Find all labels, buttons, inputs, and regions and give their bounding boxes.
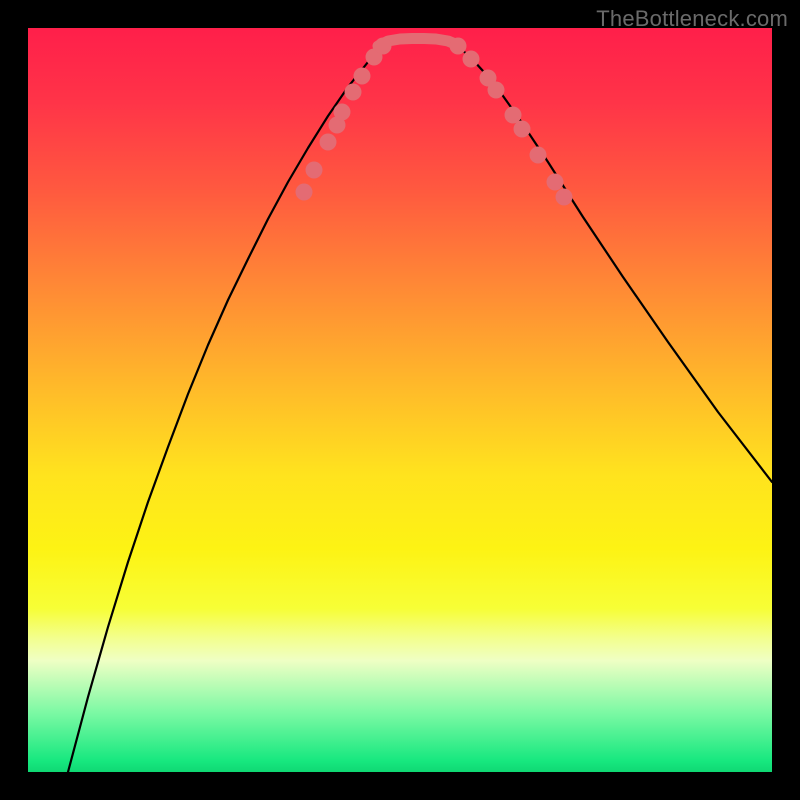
marker-dot: [320, 134, 337, 151]
marker-dot: [296, 184, 313, 201]
series-left-curve: [68, 46, 383, 772]
series-right-curve: [458, 46, 772, 482]
watermark-text: TheBottleneck.com: [596, 6, 788, 32]
marker-dot: [530, 147, 547, 164]
marker-dot: [556, 189, 573, 206]
series-group: [68, 39, 772, 773]
marker-dot: [547, 174, 564, 191]
marker-dot: [514, 121, 531, 138]
plot-area: [28, 28, 772, 772]
marker-dot: [463, 51, 480, 68]
markers-group: [296, 38, 573, 206]
chart-frame: TheBottleneck.com: [0, 0, 800, 800]
marker-dot: [375, 38, 392, 55]
marker-dot: [488, 82, 505, 99]
marker-dot: [334, 104, 351, 121]
marker-dot: [450, 38, 467, 55]
marker-dot: [345, 84, 362, 101]
marker-dot: [306, 162, 323, 179]
plot-overlay: [28, 28, 772, 772]
marker-dot: [354, 68, 371, 85]
marker-dot: [505, 107, 522, 124]
